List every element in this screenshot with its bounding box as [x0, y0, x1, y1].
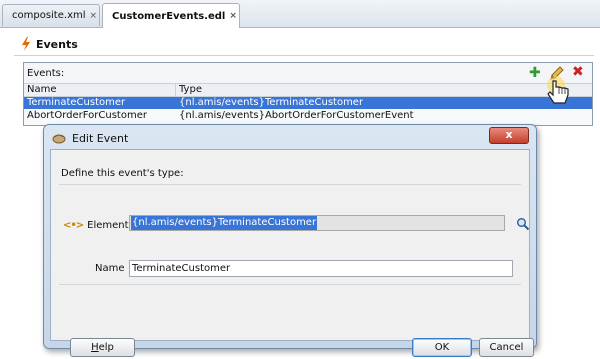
dialog-close-button[interactable]: x — [489, 127, 529, 144]
dialog-title: Edit Event — [72, 131, 129, 145]
element-label: Element — [87, 219, 129, 231]
add-event-button[interactable]: ✚ — [529, 65, 541, 81]
events-box-label: Events: — [27, 67, 65, 79]
element-field[interactable]: {nl.amis/events}TerminateCustomer — [129, 215, 505, 231]
event-type-cell: {nl.amis/events}AbortOrderForCustomerEve… — [179, 110, 414, 121]
panel-title: Events — [36, 37, 78, 51]
cancel-button[interactable]: Cancel — [479, 338, 534, 357]
edit-event-dialog: Edit Event x Define this event's type: <… — [43, 124, 537, 357]
hand-cursor-icon — [547, 76, 569, 104]
table-row[interactable]: AbortOrderForCustomer {nl.amis/events}Ab… — [24, 110, 592, 122]
element-icon: <•> — [63, 219, 84, 231]
table-header: Name Type — [24, 83, 592, 97]
tab-customer-events-edl[interactable]: CustomerEvents.edl × — [102, 3, 240, 28]
event-form: <•> Element {nl.amis/events}TerminateCus… — [59, 184, 530, 285]
lightning-bolt-icon — [22, 37, 30, 51]
table-row[interactable]: TerminateCustomer {nl.amis/events}Termin… — [24, 97, 592, 109]
event-name-cell: TerminateCustomer — [27, 97, 126, 108]
events-box-header: Events: — [24, 63, 592, 83]
dialog-body: Define this event's type: <•> Element {n… — [50, 149, 534, 357]
element-value: {nl.amis/events}TerminateCustomer — [131, 216, 318, 230]
ok-button[interactable]: OK — [412, 338, 472, 357]
tab-composite-xml[interactable]: composite.xml × — [2, 4, 100, 26]
search-icon[interactable] — [516, 217, 530, 231]
event-type-cell: {nl.amis/events}TerminateCustomer — [179, 97, 364, 108]
help-label: elp — [98, 342, 114, 353]
close-tab-icon[interactable]: × — [229, 11, 237, 21]
column-header-name[interactable]: Name — [24, 84, 176, 96]
name-label: Name — [95, 263, 125, 274]
column-header-type[interactable]: Type — [176, 84, 202, 96]
event-name-cell: AbortOrderForCustomer — [27, 110, 147, 121]
events-list-box: Events: ✚ ✖ Name Type TerminateCustomer … — [23, 62, 593, 126]
help-mnemonic: H — [91, 342, 99, 353]
editor-tab-bar: composite.xml × CustomerEvents.edl × — [0, 0, 600, 28]
events-panel-header: Events — [20, 36, 78, 52]
element-label-row: <•> Element — [63, 216, 129, 234]
help-button[interactable]: Help — [70, 338, 135, 357]
tab-label: composite.xml — [12, 10, 86, 21]
divider — [14, 55, 594, 56]
define-type-label: Define this event's type: — [61, 168, 184, 179]
close-tab-icon[interactable]: × — [90, 11, 98, 21]
dialog-title-bar[interactable]: Edit Event — [52, 129, 128, 147]
event-dialog-icon — [52, 134, 66, 144]
name-input[interactable]: TerminateCustomer — [129, 260, 513, 277]
tab-label: CustomerEvents.edl — [112, 10, 226, 22]
